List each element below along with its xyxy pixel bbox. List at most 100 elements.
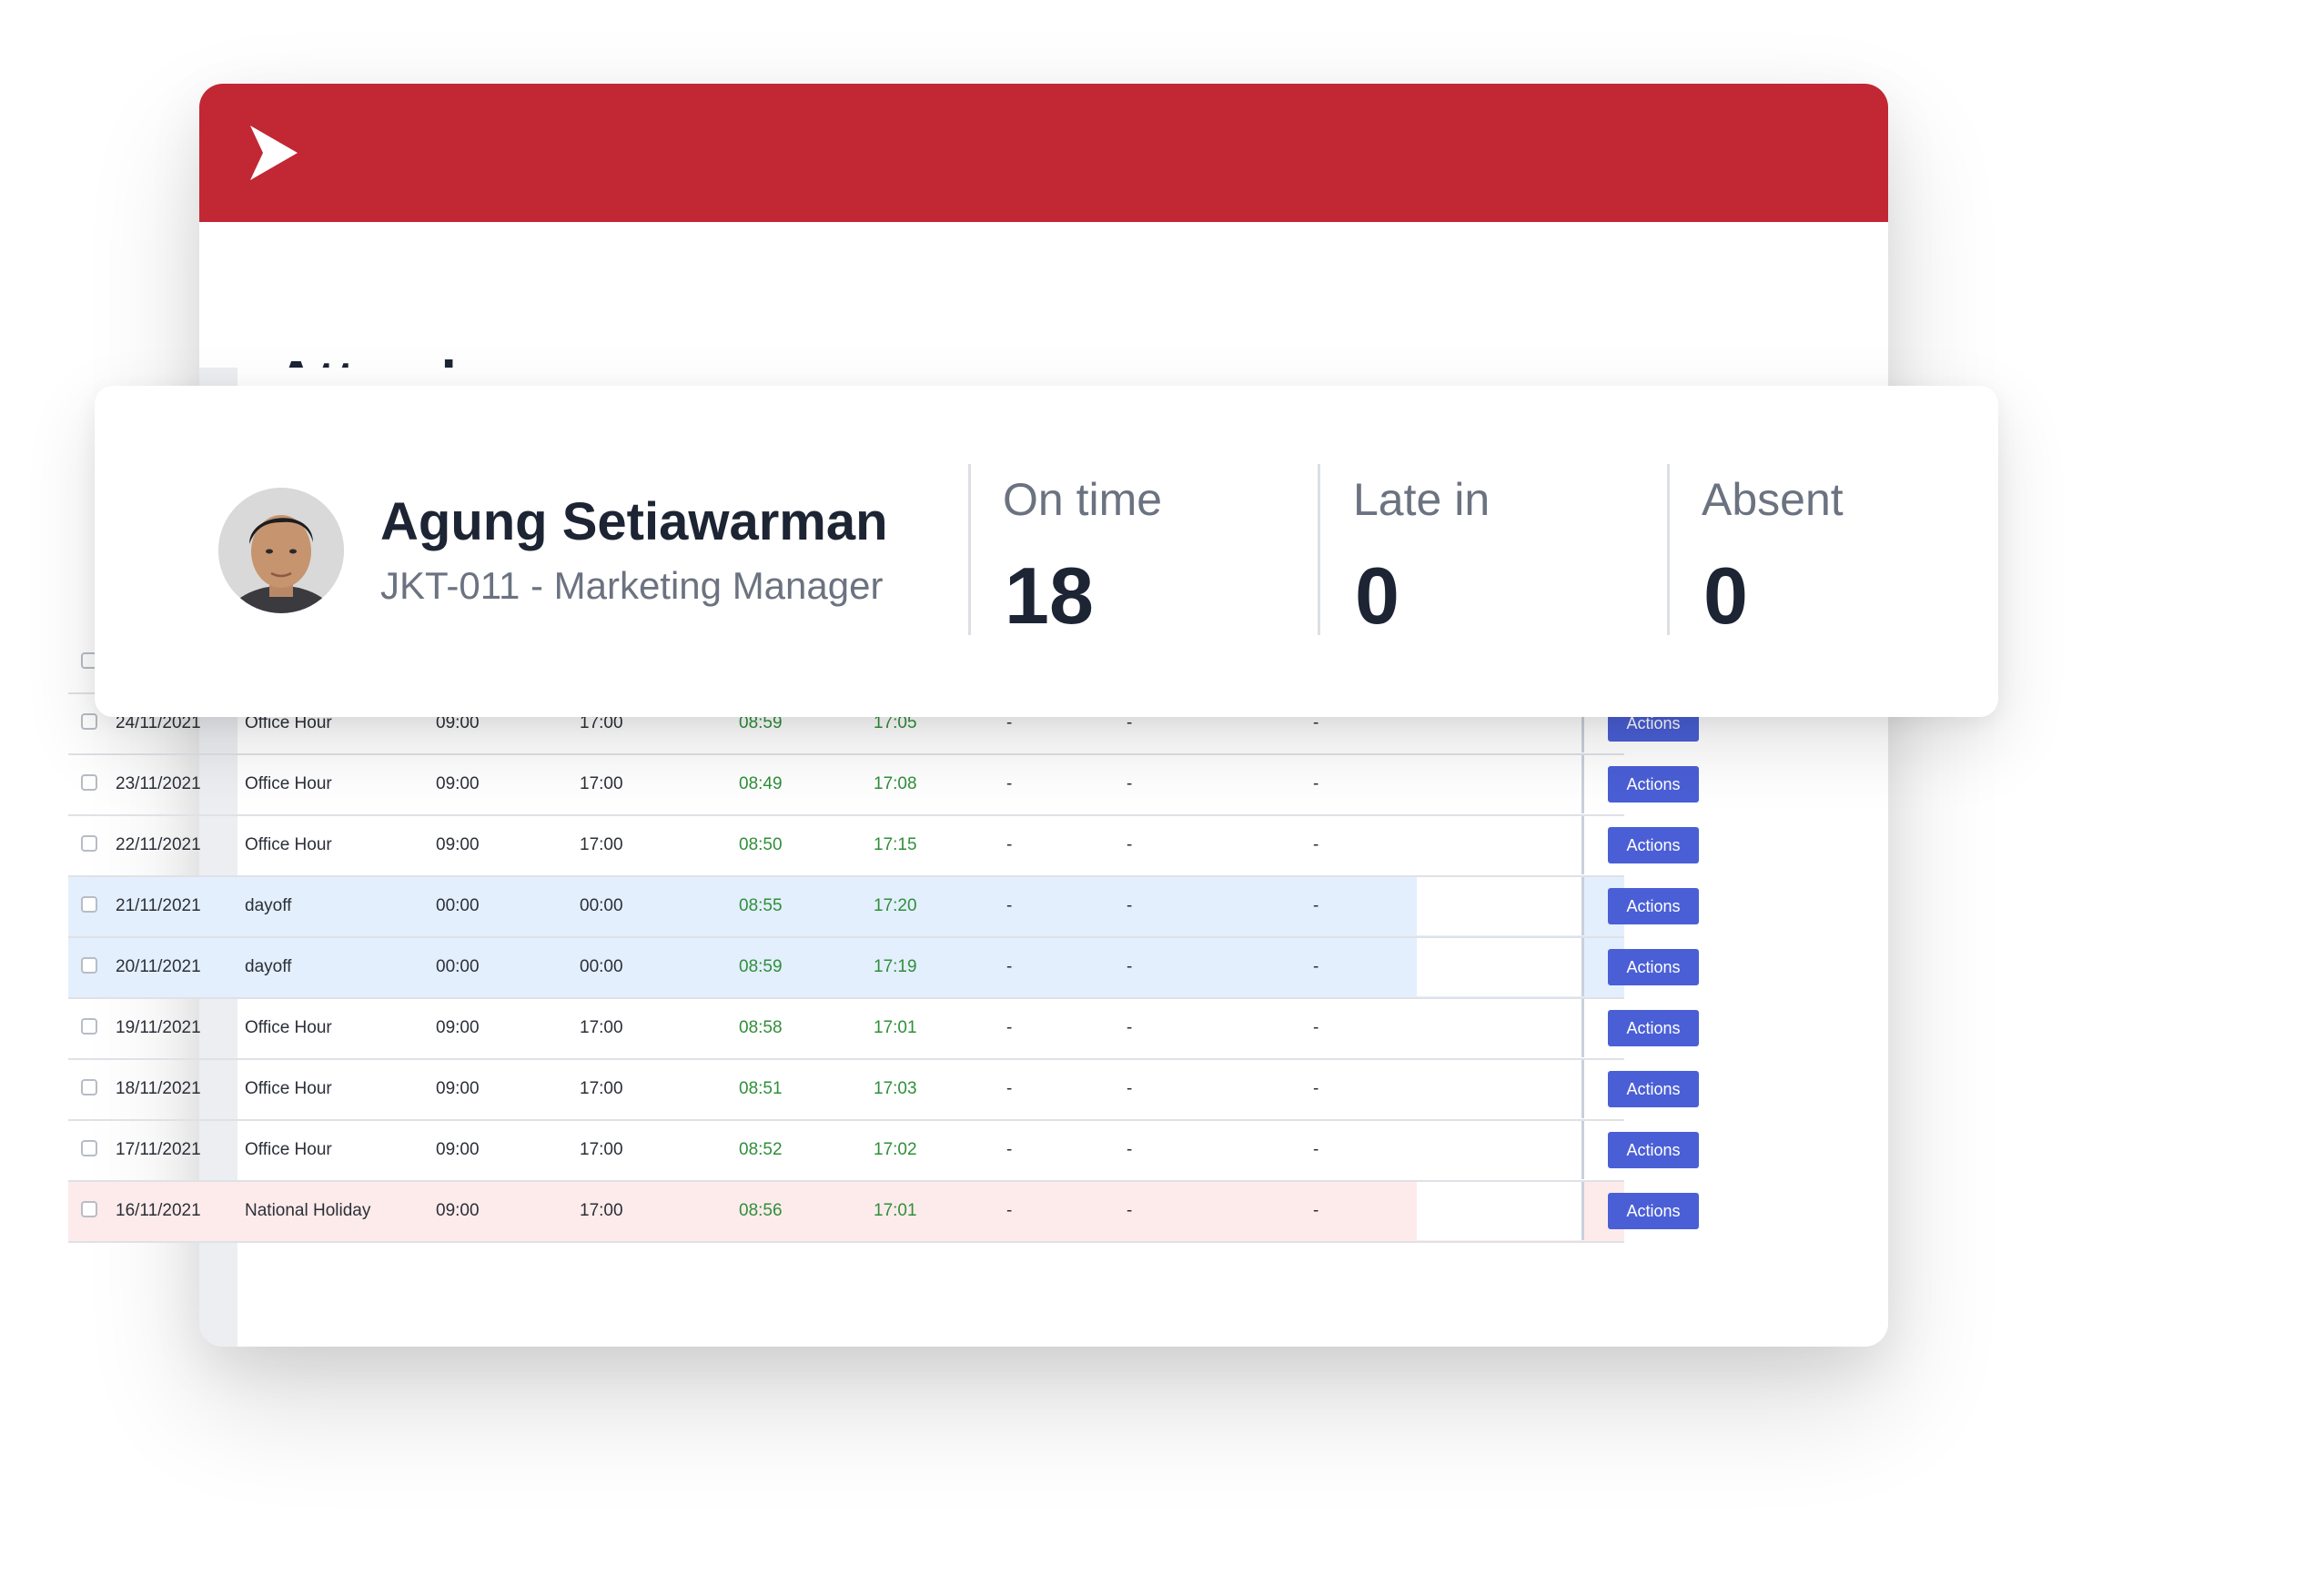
- cell-empty-b: -: [1313, 957, 1319, 976]
- actions-button[interactable]: Actions: [1608, 827, 1699, 863]
- cell-empty-a: -: [1127, 835, 1133, 854]
- stat-divider: [968, 464, 971, 635]
- actions-separator: [1581, 1121, 1584, 1179]
- cell-schedule-out: 17:00: [580, 1140, 623, 1159]
- cell-clock-out: 17:01: [874, 1018, 917, 1037]
- cell-empty-a: -: [1127, 957, 1133, 976]
- actions-button[interactable]: Actions: [1608, 888, 1699, 924]
- cell-clock-in: 08:50: [739, 835, 783, 854]
- chevron-logo-icon[interactable]: [247, 124, 301, 182]
- stat-label-on-time: On time: [1003, 474, 1163, 525]
- employee-name: Agung Setiawarman: [380, 492, 888, 551]
- stat-divider: [1318, 464, 1320, 635]
- actions-separator: [1581, 938, 1584, 996]
- actions-separator: [1581, 755, 1584, 813]
- table-row: 16/11/2021 National Holiday 09:00 17:00 08:5…: [68, 1182, 1699, 1243]
- row-gap: [1417, 1060, 1581, 1118]
- cell-overtime: -: [1006, 1201, 1013, 1220]
- cell-overtime: -: [1006, 835, 1013, 854]
- cell-schedule-in: 00:00: [436, 896, 480, 915]
- cell-date: 17/11/2021: [116, 1140, 201, 1159]
- row-checkbox[interactable]: [81, 957, 97, 974]
- cell-empty-a: -: [1127, 1201, 1133, 1220]
- row-gap: [1417, 877, 1581, 935]
- actions-button[interactable]: Actions: [1608, 1193, 1699, 1229]
- actions-button[interactable]: Actions: [1608, 949, 1699, 985]
- actions-separator: [1581, 816, 1584, 874]
- table-row: 20/11/2021 dayoff 00:00 00:00 08:59 17:19 - - - A…: [68, 938, 1699, 999]
- table-row: 22/11/2021 Office Hour 09:00 17:00 08:50 17:1…: [68, 816, 1699, 877]
- cell-schedule-in: 09:00: [436, 1201, 480, 1220]
- cell-empty-b: -: [1313, 835, 1319, 854]
- cell-overtime: -: [1006, 1018, 1013, 1037]
- avatar: [218, 488, 344, 613]
- row-checkbox[interactable]: [81, 1201, 97, 1217]
- cell-shift: dayoff: [245, 896, 292, 915]
- cell-empty-b: -: [1313, 1018, 1319, 1037]
- cell-clock-out: 17:19: [874, 957, 917, 976]
- cell-empty-a: -: [1127, 774, 1133, 793]
- cell-empty-b: -: [1313, 896, 1319, 915]
- cell-date: 19/11/2021: [116, 1018, 201, 1037]
- cell-date: 18/11/2021: [116, 1079, 201, 1098]
- cell-overtime: -: [1006, 1079, 1013, 1098]
- cell-date: 23/11/2021: [116, 774, 201, 793]
- table-row: 19/11/2021 Office Hour 09:00 17:00 08:58 17:0…: [68, 999, 1699, 1060]
- cell-clock-in: 08:52: [739, 1140, 783, 1159]
- actions-button[interactable]: Actions: [1608, 766, 1699, 803]
- cell-empty-a: -: [1127, 1140, 1133, 1159]
- cell-clock-in: 08:51: [739, 1079, 783, 1098]
- row-checkbox[interactable]: [81, 835, 97, 852]
- actions-button[interactable]: Actions: [1608, 1010, 1699, 1046]
- cell-schedule-in: 09:00: [436, 1018, 480, 1037]
- row-checkbox[interactable]: [81, 713, 97, 730]
- cell-clock-in: 08:59: [739, 957, 783, 976]
- cell-shift: National Holiday: [245, 1201, 371, 1220]
- stat-divider: [1667, 464, 1670, 635]
- stat-label-absent: Absent: [1702, 474, 1844, 525]
- top-bar: [199, 84, 1888, 222]
- cell-overtime: -: [1006, 957, 1013, 976]
- cell-overtime: -: [1006, 896, 1013, 915]
- cell-schedule-out: 17:00: [580, 1079, 623, 1098]
- row-gap: [1417, 938, 1581, 996]
- actions-button[interactable]: Actions: [1608, 1071, 1699, 1107]
- cell-clock-in: 08:58: [739, 1018, 783, 1037]
- cell-schedule-in: 09:00: [436, 1140, 480, 1159]
- cell-empty-b: -: [1313, 774, 1319, 793]
- cell-clock-out: 17:20: [874, 896, 917, 915]
- cell-clock-out: 17:02: [874, 1140, 917, 1159]
- cell-empty-a: -: [1127, 1079, 1133, 1098]
- stat-value-absent: 0: [1703, 550, 1748, 641]
- cell-empty-b: -: [1313, 1201, 1319, 1220]
- row-checkbox[interactable]: [81, 896, 97, 913]
- actions-separator: [1581, 1060, 1584, 1118]
- cell-schedule-out: 00:00: [580, 896, 623, 915]
- cell-empty-a: -: [1127, 896, 1133, 915]
- screenshot-stage: Attendance 25/11/2021Office Hour09:0017:…: [0, 0, 2324, 1585]
- row-checkbox[interactable]: [81, 1018, 97, 1035]
- cell-shift: Office Hour: [245, 1079, 332, 1098]
- employee-summary-card: Agung Setiawarman JKT-011 - Marketing Ma…: [95, 386, 1998, 717]
- row-checkbox[interactable]: [81, 1079, 97, 1095]
- table-row: 23/11/2021 Office Hour 09:00 17:00 08:49 17:0…: [68, 755, 1699, 816]
- cell-schedule-out: 17:00: [580, 774, 623, 793]
- row-gap: [1417, 816, 1581, 874]
- row-gap: [1417, 1182, 1581, 1240]
- cell-schedule-out: 17:00: [580, 835, 623, 854]
- row-gap: [1417, 999, 1581, 1057]
- row-checkbox[interactable]: [81, 1140, 97, 1156]
- stat-value-on-time: 18: [1005, 550, 1094, 641]
- table-row: 21/11/2021 dayoff 00:00 00:00 08:55 17:20 - - - A…: [68, 877, 1699, 938]
- cell-empty-b: -: [1313, 1140, 1319, 1159]
- actions-button[interactable]: Actions: [1608, 1132, 1699, 1168]
- cell-schedule-in: 00:00: [436, 957, 480, 976]
- row-checkbox[interactable]: [81, 774, 97, 791]
- cell-empty-b: -: [1313, 1079, 1319, 1098]
- cell-schedule-out: 17:00: [580, 1018, 623, 1037]
- cell-shift: Office Hour: [245, 774, 332, 793]
- cell-schedule-out: 17:00: [580, 1201, 623, 1220]
- cell-clock-out: 17:08: [874, 774, 917, 793]
- cell-shift: Office Hour: [245, 1140, 332, 1159]
- cell-clock-in: 08:56: [739, 1201, 783, 1220]
